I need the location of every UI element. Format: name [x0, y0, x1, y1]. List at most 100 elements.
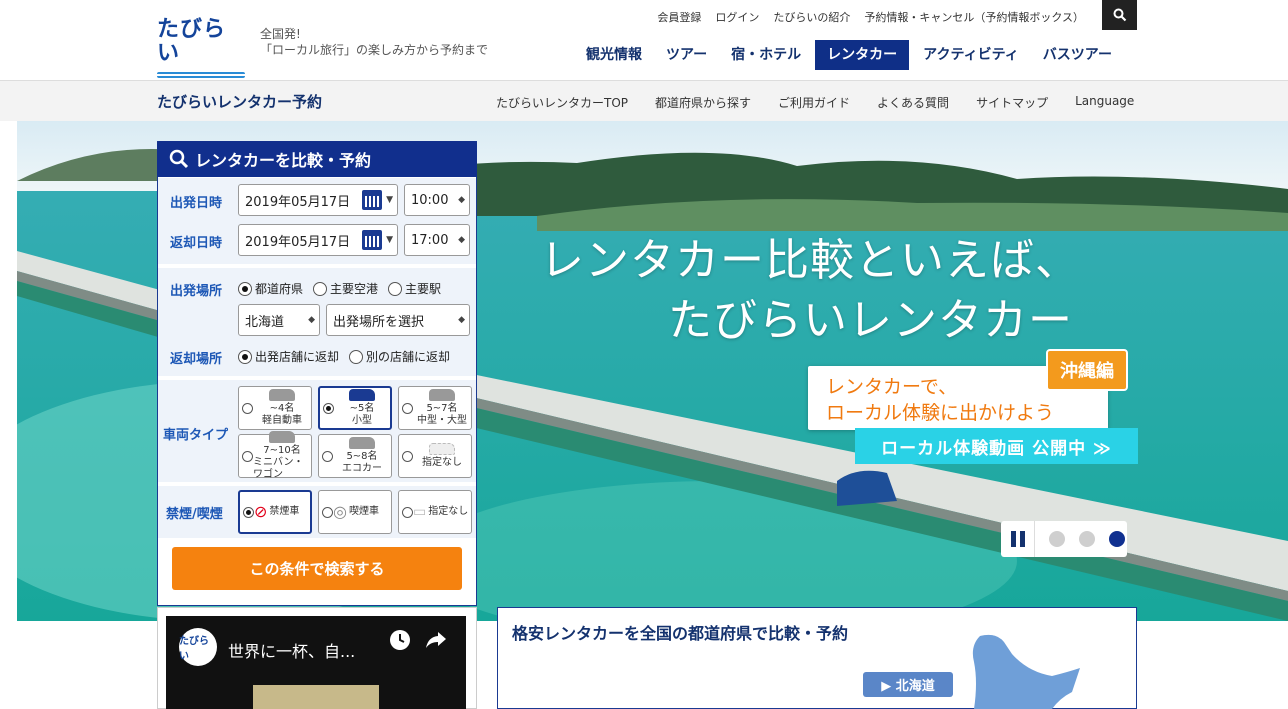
radio-label: 出発店舗に返却 — [255, 350, 340, 364]
car-type-compact[interactable]: ~5名 小型 — [318, 386, 392, 430]
search-submit-button[interactable]: この条件で検索する — [172, 547, 462, 590]
prefecture-select[interactable]: 北海道 ◆ — [238, 304, 320, 336]
top-link-login[interactable]: ログイン — [715, 9, 759, 25]
search-panel-header: レンタカーを比較・予約 — [157, 141, 477, 177]
return-place-label: 返却場所 — [170, 352, 223, 367]
car-type-any[interactable]: 指定なし — [398, 434, 472, 478]
radio-dot — [313, 281, 328, 296]
smoking-smoking[interactable]: ◎ 喫煙車 — [318, 490, 392, 534]
nav-activities[interactable]: アクティビティ — [911, 40, 1031, 70]
pickup-place-select[interactable]: 出発場所を選択 ◆ — [326, 304, 470, 336]
site-logo[interactable]: たびらい — [157, 18, 245, 78]
updown-icon: ◆ — [308, 315, 315, 325]
radio-other-store[interactable]: 別の店舗に返却 — [349, 348, 450, 365]
calendar-icon[interactable] — [362, 230, 383, 250]
radio-dot — [243, 506, 254, 518]
radio-dot — [388, 281, 403, 296]
smoking-any[interactable]: ▭ 指定なし — [398, 490, 472, 534]
logo-wave — [157, 72, 245, 78]
sub-link-guide[interactable]: ご利用ガイド — [778, 94, 850, 111]
car-name: 軽自動車 — [262, 415, 302, 426]
depart-date-value: 2019年05月17日 — [245, 194, 351, 210]
nav-hotels[interactable]: 宿・ホテル — [719, 40, 813, 70]
radio-dot — [349, 349, 364, 364]
sub-link-prefectures[interactable]: 都道府県から探す — [655, 94, 751, 111]
hokkaido-button[interactable]: ▶ 北海道 — [863, 672, 953, 697]
radio-dot — [322, 450, 333, 462]
compare-title: 格安レンタカーを全国の都道府県で比較・予約 — [512, 624, 849, 643]
radio-dot — [402, 506, 413, 518]
radio-same-store[interactable]: 出発店舗に返却 — [238, 348, 339, 365]
nav-tours[interactable]: ツアー — [654, 40, 719, 70]
calendar-icon[interactable] — [362, 190, 383, 210]
car-type-kei[interactable]: ~4名 軽自動車 — [238, 386, 312, 430]
radio-dot — [242, 402, 253, 414]
site-search-button[interactable] — [1102, 0, 1137, 30]
channel-avatar[interactable]: たびらい — [179, 628, 217, 666]
top-link-register[interactable]: 会員登録 — [657, 9, 701, 25]
slide-dot-2[interactable] — [1079, 531, 1095, 547]
radio-label: 都道府県 — [255, 282, 304, 296]
main-nav: 観光情報 ツアー 宿・ホテル レンタカー アクティビティ バスツアー — [574, 40, 1124, 70]
car-cap: 7~10名 — [263, 445, 301, 456]
clock-icon[interactable] — [389, 629, 411, 651]
sedan-car-icon — [429, 389, 455, 401]
radio-dot — [323, 402, 334, 414]
car-name: エコカー — [342, 463, 382, 474]
car-name: ミニバン・ワゴン — [253, 457, 304, 480]
local-video-button[interactable]: ローカル体験動画 公開中 ≫ — [855, 428, 1138, 464]
nav-sightseeing[interactable]: 観光情報 — [574, 40, 654, 70]
smoking-label: 禁煙/喫煙 — [166, 507, 223, 522]
tagline-line-1: 全国発! — [260, 27, 301, 41]
pause-button[interactable] — [1001, 521, 1035, 557]
sub-header-title[interactable]: たびらいレンタカー予約 — [157, 91, 322, 112]
sub-link-language[interactable]: Language — [1075, 94, 1134, 111]
prefecture-value: 北海道 — [245, 314, 285, 330]
radio-station[interactable]: 主要駅 — [388, 280, 441, 297]
radio-prefecture[interactable]: 都道府県 — [238, 280, 303, 297]
car-type-eco[interactable]: 5~8名 エコカー — [318, 434, 392, 478]
depart-date-field[interactable]: 2019年05月17日 ▼ — [238, 184, 398, 216]
return-time-select[interactable]: 17:00 ◆ — [404, 224, 470, 256]
sub-link-top[interactable]: たびらいレンタカーTOP — [496, 94, 628, 111]
nav-rentacar[interactable]: レンタカー — [815, 40, 910, 70]
radio-dot — [238, 281, 252, 296]
eco-car-icon — [349, 437, 375, 449]
promo-line-1: レンタカーで、 — [826, 376, 958, 398]
top-link-reservations[interactable]: 予約情報・キャンセル（予約情報ボックス） — [864, 9, 1084, 25]
depart-time-value: 10:00 — [411, 192, 449, 208]
depart-label: 出発日時 — [170, 196, 223, 211]
smoking-nonsmoking[interactable]: ⊘ 禁煙車 — [238, 490, 312, 534]
sub-link-faq[interactable]: よくある質問 — [877, 94, 949, 111]
slide-dot-3[interactable] — [1109, 531, 1125, 547]
promo-line-2: ローカル体験に出かけよう — [826, 402, 1055, 424]
no-smoking-icon: ⊘ — [254, 502, 268, 521]
radio-label: 別の店舗に返却 — [366, 350, 451, 364]
car-name: 小型 — [352, 415, 372, 426]
car-cap: 5~7名 — [426, 403, 458, 414]
hokkaido-map[interactable] — [968, 632, 1088, 709]
tagline: 全国発! 「ローカル旅行」の楽しみ方から予約まで — [260, 26, 488, 58]
compact-car-icon — [349, 389, 375, 401]
return-date-value: 2019年05月17日 — [245, 234, 351, 250]
return-date-field[interactable]: 2019年05月17日 ▼ — [238, 224, 398, 256]
minivan-icon — [269, 431, 295, 443]
top-link-about[interactable]: たびらいの紹介 — [773, 9, 850, 25]
smoking-name: 喫煙車 — [348, 506, 379, 517]
car-type-minivan[interactable]: 7~10名 ミニバン・ワゴン — [238, 431, 312, 480]
depart-time-select[interactable]: 10:00 ◆ — [404, 184, 470, 216]
return-label: 返却日時 — [170, 236, 223, 251]
return-time-value: 17:00 — [411, 232, 449, 248]
radio-dot — [402, 450, 413, 462]
radio-dot — [242, 450, 253, 462]
any-smoking-icon: ▭ — [413, 504, 427, 520]
sub-link-sitemap[interactable]: サイトマップ — [976, 94, 1048, 111]
pause-icon-bar — [1019, 531, 1025, 547]
share-icon[interactable] — [424, 629, 448, 651]
slide-dot-1[interactable] — [1049, 531, 1065, 547]
video-title[interactable]: 世界に一杯、自... — [228, 638, 355, 662]
car-cap: 5~8名 — [346, 451, 378, 462]
radio-airport[interactable]: 主要空港 — [313, 280, 378, 297]
nav-bustours[interactable]: バスツアー — [1031, 40, 1124, 70]
car-type-midsize[interactable]: 5~7名 中型・大型 — [398, 386, 472, 430]
